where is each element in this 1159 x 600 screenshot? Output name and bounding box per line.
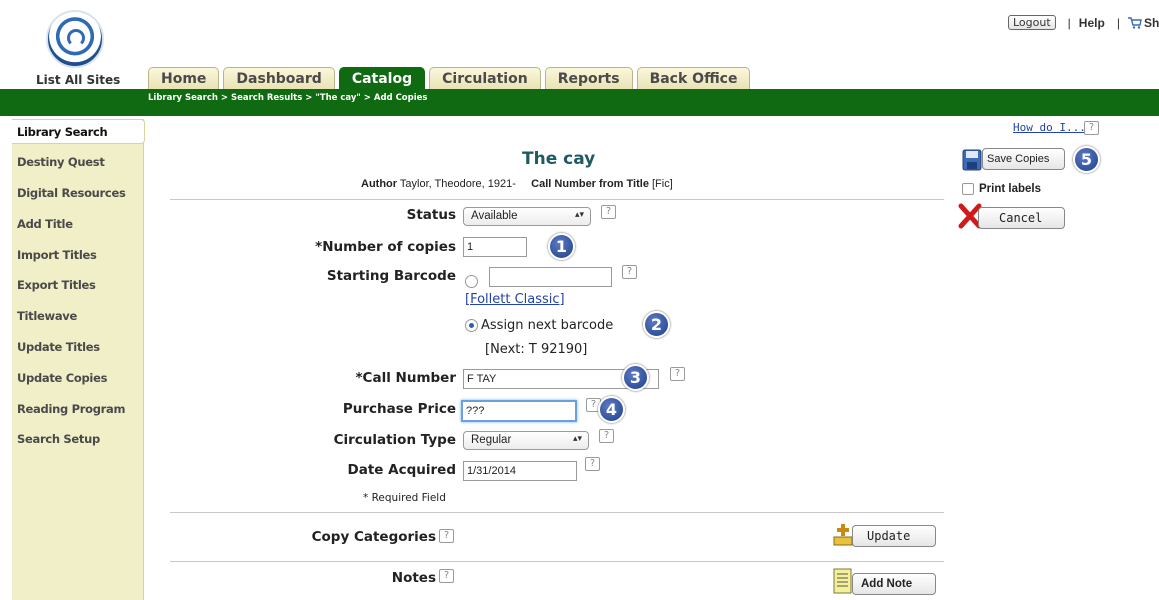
step-badge-5: 5: [1073, 146, 1100, 173]
starting-barcode-input[interactable]: [489, 267, 612, 287]
breadcrumb: Library Search > Search Results > "The c…: [148, 93, 428, 103]
print-labels-option[interactable]: Print labels: [962, 183, 1041, 195]
follett-classic-link[interactable]: [Follett Classic]: [465, 292, 565, 307]
select-arrows-icon: ▴▾: [574, 209, 584, 219]
tab-reports[interactable]: Reports: [544, 67, 633, 89]
sidebar-item-import-titles[interactable]: Import Titles: [17, 248, 97, 262]
sidebar-item-add-title[interactable]: Add Title: [17, 217, 73, 231]
sidebar-item-update-copies[interactable]: Update Copies: [17, 371, 107, 385]
circulation-type-select[interactable]: Regular ▴▾: [463, 431, 589, 450]
copies-input[interactable]: 1: [463, 237, 527, 257]
help-icon[interactable]: ?: [585, 457, 600, 471]
sidebar: Library Search Destiny Quest Digital Res…: [12, 119, 145, 600]
tab-home[interactable]: Home: [148, 67, 220, 89]
follett-classic-link-text[interactable]: [Follett Classic]: [465, 292, 565, 307]
purchase-price-input[interactable]: ???: [461, 400, 577, 422]
divider: [170, 512, 944, 513]
help-icon[interactable]: ?: [670, 367, 685, 381]
sidebar-item-search-setup[interactable]: Search Setup: [17, 432, 100, 446]
date-acquired-input[interactable]: 1/31/2014: [463, 461, 577, 481]
purchase-price-label: Purchase Price: [342, 401, 456, 417]
how-do-i-link[interactable]: How do I...: [1013, 121, 1086, 134]
save-copies-button[interactable]: Save Copies: [982, 148, 1065, 170]
print-labels-checkbox[interactable]: [962, 183, 974, 195]
list-all-sites-link[interactable]: List All Sites: [36, 73, 120, 87]
step-badge-3: 3: [622, 364, 649, 391]
update-button[interactable]: Update: [852, 525, 936, 547]
sidebar-item-export-titles[interactable]: Export Titles: [17, 278, 96, 292]
help-icon[interactable]: ?: [439, 569, 454, 583]
status-select[interactable]: Available ▴▾: [463, 207, 591, 226]
tab-circulation[interactable]: Circulation: [429, 67, 541, 89]
divider: [170, 199, 944, 200]
main-tabs: Home Dashboard Catalog Circulation Repor…: [148, 67, 754, 89]
sidebar-item-library-search[interactable]: Library Search: [12, 119, 145, 144]
divider: [170, 561, 944, 562]
title-details: Author Taylor, Theodore, 1921- Call Numb…: [361, 178, 673, 190]
shopping-cart-icon[interactable]: [1127, 16, 1142, 29]
date-acquired-label: Date Acquired: [347, 462, 456, 478]
help-icon[interactable]: ?: [439, 529, 454, 543]
tab-dashboard[interactable]: Dashboard: [223, 67, 335, 89]
status-select-value: Available: [471, 210, 518, 222]
help-icon[interactable]: ?: [599, 429, 614, 443]
call-number-value: [Fic]: [652, 178, 673, 190]
call-number-field-label: *Call Number: [355, 370, 457, 386]
cancel-button[interactable]: Cancel: [978, 207, 1065, 229]
help-icon[interactable]: ?: [622, 265, 637, 279]
print-labels-label[interactable]: Print labels: [979, 183, 1041, 195]
district-logo[interactable]: [46, 10, 104, 68]
help-icon[interactable]: ?: [1084, 121, 1099, 135]
author-label: Author: [361, 178, 398, 190]
copies-label: *Number of copies: [315, 239, 456, 255]
update-icon: [833, 524, 853, 546]
step-badge-2: 2: [643, 311, 670, 338]
assign-next-barcode-radio[interactable]: [465, 319, 478, 332]
notes-label: Notes: [391, 570, 436, 586]
save-disk-icon: [962, 149, 982, 171]
copy-categories-label: Copy Categories: [311, 529, 436, 545]
step-badge-1: 1: [548, 233, 575, 260]
divider: |: [1116, 15, 1120, 30]
circulation-type-value: Regular: [471, 434, 512, 446]
select-arrows-icon: ▴▾: [572, 433, 582, 443]
divider: |: [1067, 15, 1071, 30]
next-barcode-text: [Next: T 92190]: [485, 342, 588, 357]
top-links: Logout | Help | Shop: [1008, 15, 1159, 30]
step-badge-4: 4: [598, 396, 625, 423]
help-icon[interactable]: ?: [601, 205, 616, 219]
add-note-button[interactable]: Add Note: [852, 573, 936, 595]
required-field-note: * Required Field: [363, 492, 446, 504]
help-link[interactable]: Help: [1079, 16, 1105, 30]
sidebar-item-digital-resources[interactable]: Digital Resources: [17, 186, 126, 200]
tab-back-office[interactable]: Back Office: [636, 67, 751, 89]
call-number-label: Call Number from Title: [531, 178, 649, 190]
sidebar-item-titlewave[interactable]: Titlewave: [17, 309, 77, 323]
logout-button[interactable]: Logout: [1008, 15, 1056, 30]
sidebar-item-reading-program[interactable]: Reading Program: [17, 402, 125, 416]
starting-barcode-radio[interactable]: [465, 275, 478, 288]
shop-link[interactable]: Shop: [1144, 16, 1159, 30]
author-value: Taylor, Theodore, 1921-: [399, 178, 516, 190]
status-label: Status: [406, 207, 456, 223]
note-icon: [833, 568, 852, 594]
circulation-type-label: Circulation Type: [333, 432, 456, 448]
page-title: The cay: [522, 149, 596, 169]
sidebar-item-destiny-quest[interactable]: Destiny Quest: [17, 155, 105, 169]
starting-barcode-label: Starting Barcode: [326, 268, 456, 284]
sidebar-item-update-titles[interactable]: Update Titles: [17, 340, 100, 354]
tab-catalog[interactable]: Catalog: [338, 67, 426, 89]
assign-next-barcode-label[interactable]: Assign next barcode: [481, 318, 613, 333]
